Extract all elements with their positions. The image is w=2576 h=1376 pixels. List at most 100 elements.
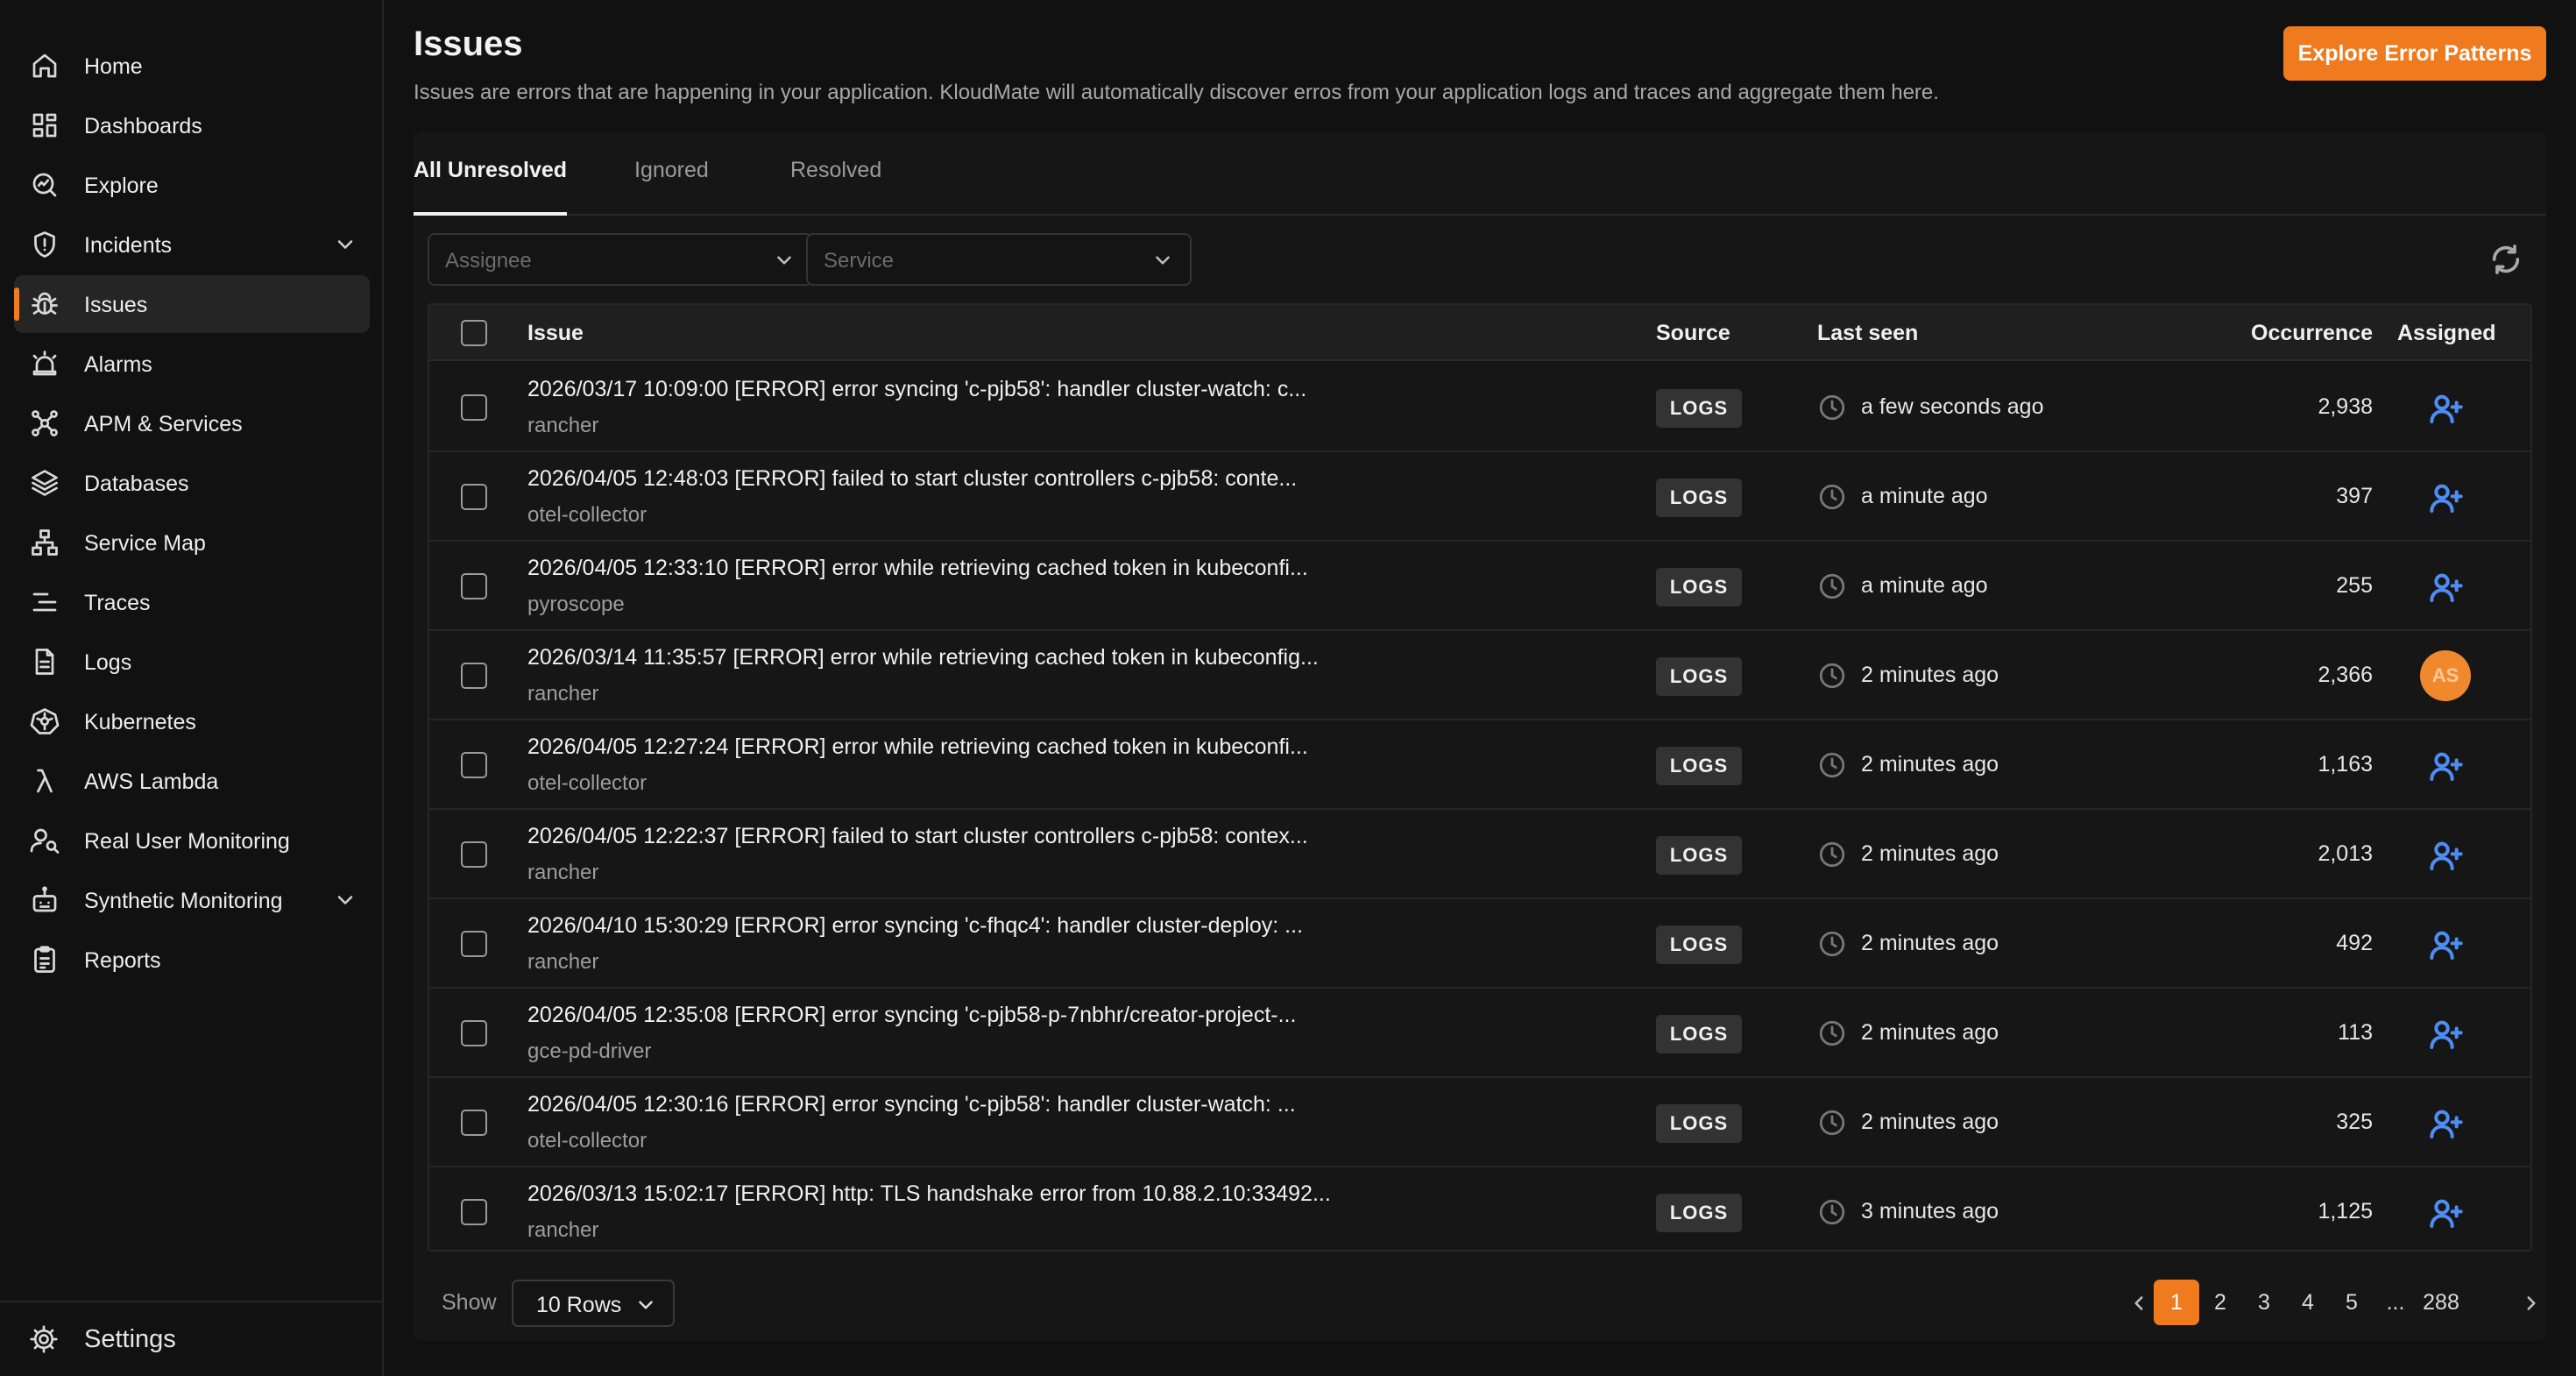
issue-title[interactable]: 2026/04/05 12:27:24 [ERROR] error while … xyxy=(527,734,1308,760)
rows-per-page-select[interactable]: 10 Rows xyxy=(512,1280,675,1327)
issue-title[interactable]: 2026/04/05 12:48:03 [ERROR] failed to st… xyxy=(527,466,1297,492)
explore-error-patterns-button[interactable]: Explore Error Patterns xyxy=(2283,26,2546,81)
assign-user-icon[interactable] xyxy=(2429,927,2464,962)
tab-resolved[interactable]: Resolved xyxy=(790,158,881,216)
sidebar-item-synthetic-monitoring[interactable]: Synthetic Monitoring xyxy=(14,871,370,929)
source-badge: LOGS xyxy=(1656,1015,1742,1053)
chevron-down-icon[interactable] xyxy=(333,232,357,257)
column-header-assigned[interactable]: Assigned xyxy=(2397,321,2496,346)
sidebar-item-service-map[interactable]: Service Map xyxy=(14,514,370,571)
column-header-occurrence[interactable]: Occurrence xyxy=(2234,321,2373,346)
chevron-down-icon xyxy=(634,1294,657,1316)
table-row[interactable]: 2026/03/14 11:35:57 [ERROR] error while … xyxy=(429,631,2530,720)
page-button-288[interactable]: 288 xyxy=(2410,1280,2473,1325)
sidebar-item-databases[interactable]: Databases xyxy=(14,454,370,512)
select-all-checkbox[interactable] xyxy=(461,320,487,346)
issue-service: rancher xyxy=(527,414,599,437)
sidebar-item-kubernetes[interactable]: Kubernetes xyxy=(14,692,370,750)
column-header-last-seen[interactable]: Last seen xyxy=(1817,321,1918,346)
gear-icon xyxy=(28,1323,60,1355)
refresh-icon[interactable] xyxy=(2488,242,2523,277)
column-header-source[interactable]: Source xyxy=(1656,321,1730,346)
sidebar-item-issues[interactable]: Issues xyxy=(14,275,370,333)
tab-ignored[interactable]: Ignored xyxy=(634,158,709,216)
sidebar-item-incidents[interactable]: Incidents xyxy=(14,216,370,273)
row-checkbox[interactable] xyxy=(461,1020,487,1046)
show-label: Show xyxy=(442,1290,497,1315)
occurrence-count: 255 xyxy=(2336,573,2373,598)
sidebar-item-apm-services[interactable]: APM & Services xyxy=(14,394,370,452)
chevron-down-icon[interactable] xyxy=(333,888,357,912)
table-row[interactable]: 2026/04/05 12:35:08 [ERROR] error syncin… xyxy=(429,989,2530,1078)
issue-title[interactable]: 2026/04/05 12:33:10 [ERROR] error while … xyxy=(527,556,1308,581)
main-content: Issues Issues are errors that are happen… xyxy=(384,0,2576,1376)
sidebar-item-alarms[interactable]: Alarms xyxy=(14,335,370,393)
page-button-4[interactable]: 4 xyxy=(2285,1280,2331,1325)
row-checkbox[interactable] xyxy=(461,663,487,689)
table-row[interactable]: 2026/04/05 12:33:10 [ERROR] error while … xyxy=(429,542,2530,631)
issue-title[interactable]: 2026/04/05 12:30:16 [ERROR] error syncin… xyxy=(527,1092,1296,1117)
column-header-issue[interactable]: Issue xyxy=(527,321,584,346)
table-row[interactable]: 2026/04/05 12:48:03 [ERROR] failed to st… xyxy=(429,452,2530,542)
row-checkbox[interactable] xyxy=(461,841,487,868)
alarm-siren-icon xyxy=(29,348,60,379)
sidebar-item-reports[interactable]: Reports xyxy=(14,931,370,989)
assign-user-icon[interactable] xyxy=(2429,1017,2464,1052)
service-select[interactable]: Service xyxy=(806,233,1192,286)
chevron-left-icon[interactable] xyxy=(2127,1290,2150,1316)
issue-title[interactable]: 2026/03/17 10:09:00 [ERROR] error syncin… xyxy=(527,377,1306,402)
avatar[interactable]: AS xyxy=(2420,650,2471,701)
sidebar-item-label: Real User Monitoring xyxy=(84,829,290,854)
chevron-right-icon[interactable] xyxy=(2520,1290,2543,1316)
sidebar-item-home[interactable]: Home xyxy=(14,37,370,95)
table-row[interactable]: 2026/03/17 10:09:00 [ERROR] error syncin… xyxy=(429,363,2530,452)
page-button-1[interactable]: 1 xyxy=(2154,1280,2199,1325)
page-button-3[interactable]: 3 xyxy=(2241,1280,2287,1325)
clock-icon xyxy=(1817,1197,1847,1227)
assign-user-icon[interactable] xyxy=(2429,838,2464,873)
sidebar-item-explore[interactable]: Explore xyxy=(14,156,370,214)
issue-title[interactable]: 2026/04/05 12:22:37 [ERROR] failed to st… xyxy=(527,824,1308,849)
issue-title[interactable]: 2026/03/14 11:35:57 [ERROR] error while … xyxy=(527,645,1319,670)
issue-title[interactable]: 2026/03/13 15:02:17 [ERROR] http: TLS ha… xyxy=(527,1181,1331,1207)
row-checkbox[interactable] xyxy=(461,394,487,421)
sidebar-item-real-user-monitoring[interactable]: Real User Monitoring xyxy=(14,812,370,869)
sidebar-item-aws-lambda[interactable]: AWS Lambda xyxy=(14,752,370,810)
sidebar-item-settings[interactable]: Settings xyxy=(14,1313,370,1365)
assign-user-icon[interactable] xyxy=(2429,1195,2464,1231)
issue-title[interactable]: 2026/04/10 15:30:29 [ERROR] error syncin… xyxy=(527,913,1303,939)
table-row[interactable]: 2026/04/10 15:30:29 [ERROR] error syncin… xyxy=(429,899,2530,989)
last-seen: a few seconds ago xyxy=(1861,394,2044,419)
sidebar-item-logs[interactable]: Logs xyxy=(14,633,370,691)
last-seen: 2 minutes ago xyxy=(1861,752,1999,777)
row-checkbox[interactable] xyxy=(461,1199,487,1225)
table-row[interactable]: 2026/04/05 12:30:16 [ERROR] error syncin… xyxy=(429,1078,2530,1167)
assign-user-icon[interactable] xyxy=(2429,748,2464,784)
row-checkbox[interactable] xyxy=(461,573,487,599)
page-button-2[interactable]: 2 xyxy=(2197,1280,2243,1325)
sidebar-item-label: Incidents xyxy=(84,233,173,258)
source-badge: LOGS xyxy=(1656,836,1742,875)
assign-user-icon[interactable] xyxy=(2429,480,2464,515)
page-title: Issues xyxy=(414,25,523,63)
tab-all-unresolved[interactable]: All Unresolved xyxy=(414,158,568,216)
last-seen: 2 minutes ago xyxy=(1861,1020,1999,1045)
page-button-5[interactable]: 5 xyxy=(2329,1280,2374,1325)
rows-per-page-value: 10 Rows xyxy=(536,1293,622,1317)
table-row[interactable]: 2026/04/05 12:27:24 [ERROR] error while … xyxy=(429,720,2530,810)
row-checkbox[interactable] xyxy=(461,1110,487,1136)
assignee-select[interactable]: Assignee xyxy=(428,233,813,286)
table-row[interactable]: 2026/04/05 12:22:37 [ERROR] failed to st… xyxy=(429,810,2530,899)
table-header: Issue Source Last seen Occurrence Assign… xyxy=(429,305,2530,361)
row-checkbox[interactable] xyxy=(461,752,487,778)
issue-service: otel-collector xyxy=(527,1129,648,1153)
assign-user-icon[interactable] xyxy=(2429,1106,2464,1141)
row-checkbox[interactable] xyxy=(461,484,487,510)
assign-user-icon[interactable] xyxy=(2429,570,2464,605)
assign-user-icon[interactable] xyxy=(2429,391,2464,426)
row-checkbox[interactable] xyxy=(461,931,487,957)
table-row[interactable]: 2026/03/13 15:02:17 [ERROR] http: TLS ha… xyxy=(429,1167,2530,1250)
sidebar-item-traces[interactable]: Traces xyxy=(14,573,370,631)
sidebar-item-dashboards[interactable]: Dashboards xyxy=(14,96,370,154)
issue-title[interactable]: 2026/04/05 12:35:08 [ERROR] error syncin… xyxy=(527,1003,1296,1028)
